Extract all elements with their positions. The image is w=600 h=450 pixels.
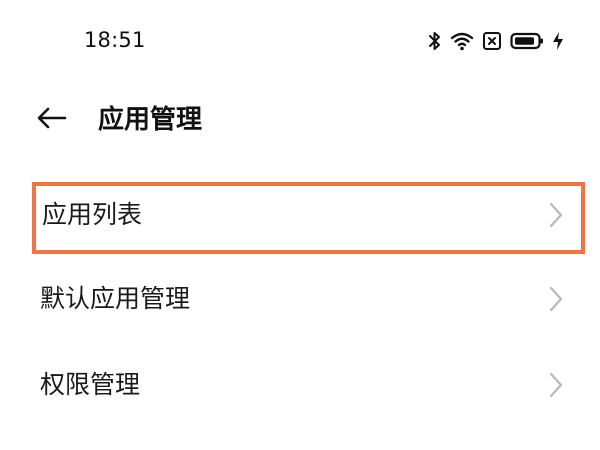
status-icons	[428, 28, 564, 54]
app-management-screen: 18:51 应用管理 应用列表 默认应用管理 权限管理	[0, 0, 600, 450]
battery-icon	[510, 31, 544, 51]
page-title: 应用管理	[98, 105, 203, 135]
sim-blocked-icon	[482, 31, 502, 51]
menu-item-default-apps[interactable]: 默认应用管理	[0, 256, 600, 342]
chevron-right-icon	[548, 371, 564, 399]
menu-item-label: 默认应用管理	[40, 284, 191, 313]
charging-icon	[552, 31, 564, 51]
menu-list: 应用列表 默认应用管理 权限管理	[0, 170, 600, 428]
chevron-right-icon	[548, 201, 564, 229]
status-bar: 18:51	[0, 0, 600, 80]
wifi-icon	[450, 31, 474, 51]
chevron-right-icon	[548, 285, 564, 313]
menu-item-permissions[interactable]: 权限管理	[0, 342, 600, 428]
bluetooth-icon	[428, 31, 442, 51]
status-time: 18:51	[84, 28, 146, 52]
back-arrow-icon	[37, 107, 67, 133]
menu-item-app-list[interactable]: 应用列表	[0, 170, 600, 256]
page-header: 应用管理	[0, 90, 600, 150]
menu-item-label: 权限管理	[40, 370, 141, 399]
back-button[interactable]	[30, 102, 74, 138]
menu-item-label: 应用列表	[42, 200, 143, 229]
